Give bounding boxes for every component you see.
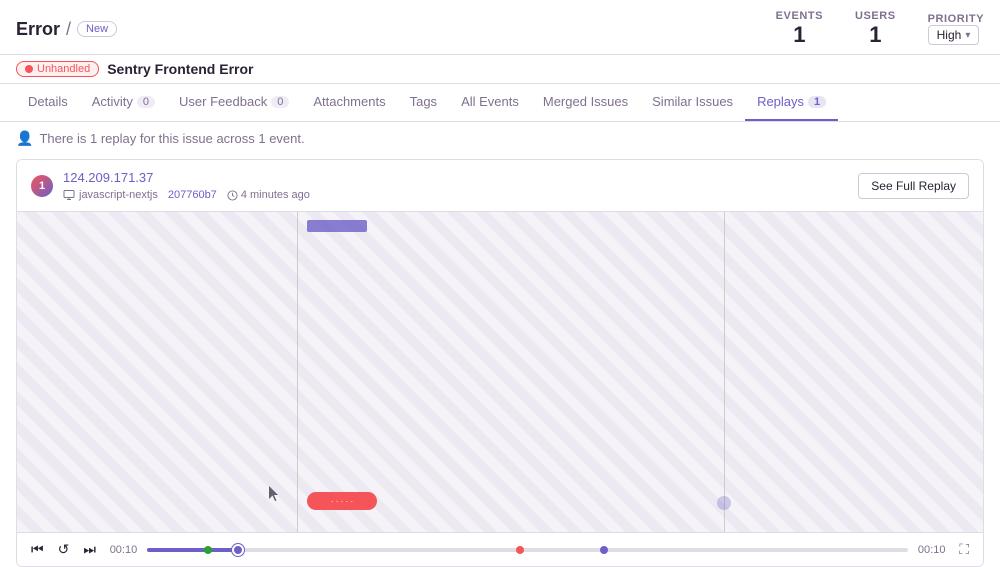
fullscreen-button[interactable]: ⛶ (955, 539, 973, 560)
priority-value: High (937, 28, 962, 42)
cursor-icon (269, 486, 281, 502)
chevron-down-icon: ▾ (965, 30, 970, 41)
unhandled-label: Unhandled (37, 63, 90, 75)
playback-controls: ⏮ ↺ ⏭ 00:10 (17, 532, 983, 566)
mock-browser-bar (307, 220, 367, 232)
tab-tags[interactable]: Tags (398, 84, 449, 121)
replay-button[interactable]: ↺ (54, 539, 74, 560)
user-ip[interactable]: 124.209.171.37 (63, 170, 310, 185)
info-icon: 👤 (16, 130, 33, 147)
tab-similar-issues[interactable]: Similar Issues (640, 84, 745, 121)
start-time-label: 00:10 (106, 544, 141, 556)
nav-tabs: Details Activity 0 User Feedback 0 Attac… (0, 84, 1000, 122)
new-status-badge: New (77, 21, 117, 37)
events-value: 1 (776, 22, 823, 48)
replay-card-header: 1 124.209.171.37 javascript-nextjs 20776… (17, 160, 983, 212)
events-label: EVENTS (776, 10, 823, 22)
ghost-element (717, 496, 731, 510)
timeline-progress (147, 548, 238, 552)
mock-replay-button: · · · · · (307, 492, 377, 510)
replay-card: 1 124.209.171.37 javascript-nextjs 20776… (16, 159, 984, 567)
unhandled-badge: Unhandled (16, 61, 99, 77)
timeline[interactable] (147, 540, 908, 560)
priority-stat: PRIORITY High ▾ (928, 13, 984, 45)
breadcrumb-separator: / (66, 19, 71, 40)
timeline-track[interactable] (147, 548, 908, 552)
breadcrumb-error-label: Error (16, 19, 60, 40)
commit-hash[interactable]: 207760b7 (168, 189, 217, 201)
events-stat: EVENTS 1 (776, 10, 823, 48)
users-value: 1 (855, 22, 896, 48)
divider-left (297, 212, 298, 532)
info-bar: 👤 There is 1 replay for this issue acros… (0, 122, 1000, 155)
users-label: USERS (855, 10, 896, 22)
tab-activity[interactable]: Activity 0 (80, 84, 167, 121)
event-dot-green (204, 546, 212, 554)
replay-user-info: 1 124.209.171.37 javascript-nextjs 20776… (31, 170, 310, 201)
tab-details[interactable]: Details (16, 84, 80, 121)
platform-label: javascript-nextjs (79, 189, 158, 201)
red-dot-icon (25, 65, 33, 73)
error-title-row: Unhandled Sentry Frontend Error (0, 55, 1000, 84)
skip-back-button[interactable]: ⏮ (27, 539, 48, 560)
activity-count: 0 (137, 96, 155, 108)
user-feedback-count: 0 (271, 96, 289, 108)
users-stat: USERS 1 (855, 10, 896, 48)
time-ago: 4 minutes ago (227, 189, 310, 201)
platform-icon: javascript-nextjs (63, 189, 158, 201)
user-details: 124.209.171.37 javascript-nextjs 207760b… (63, 170, 310, 201)
see-full-replay-button[interactable]: See Full Replay (858, 173, 969, 199)
tab-attachments[interactable]: Attachments (301, 84, 397, 121)
avatar: 1 (31, 175, 53, 197)
end-time-label: 00:10 (914, 544, 949, 556)
event-dot-blue (600, 546, 608, 554)
priority-button[interactable]: High ▾ (928, 25, 980, 45)
replays-count: 1 (808, 96, 826, 108)
timeline-thumb[interactable] (232, 544, 244, 556)
top-header: Error / New EVENTS 1 USERS 1 PRIORITY Hi… (0, 0, 1000, 55)
tab-merged-issues[interactable]: Merged Issues (531, 84, 640, 121)
meta-stats: EVENTS 1 USERS 1 PRIORITY High ▾ (776, 10, 984, 48)
skip-forward-button[interactable]: ⏭ (79, 539, 100, 560)
priority-label: PRIORITY (928, 13, 984, 25)
tab-user-feedback[interactable]: User Feedback 0 (167, 84, 301, 121)
info-message: There is 1 replay for this issue across … (39, 131, 304, 146)
controls-row: ⏮ ↺ ⏭ 00:10 (27, 539, 973, 560)
replay-preview[interactable]: · · · · · (17, 212, 983, 532)
divider-right (724, 212, 725, 532)
tab-all-events[interactable]: All Events (449, 84, 531, 121)
error-name: Sentry Frontend Error (107, 61, 253, 77)
event-dot-red (516, 546, 524, 554)
replay-meta: javascript-nextjs 207760b7 4 minutes ago (63, 189, 310, 201)
tab-replays[interactable]: Replays 1 (745, 84, 838, 121)
breadcrumb: Error / New (16, 19, 117, 40)
